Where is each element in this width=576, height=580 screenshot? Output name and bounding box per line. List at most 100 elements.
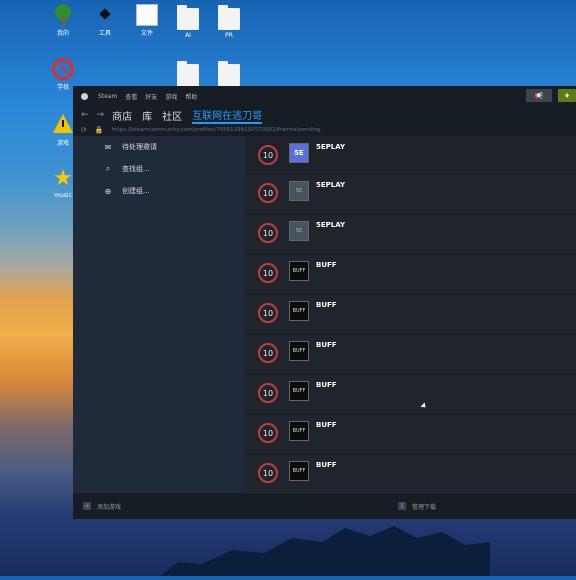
desktop-icon-ai[interactable]: AI [168,5,208,39]
url-bar: ⟳ 🔒 https://steamcommunity.com/profiles/… [73,124,576,136]
group-name: 5EPLAY [316,221,346,229]
desktop-icon-my[interactable]: 我的 [43,4,83,37]
level-badge: 10 [258,223,278,243]
desktop-icon-pr[interactable]: PR [209,5,249,39]
back-arrow-icon[interactable]: ← [81,110,89,120]
plus-icon: + [83,502,91,510]
list-item[interactable]: 10 BUFF BUFF [245,454,576,493]
url-text[interactable]: https://steamcommunity.com/profiles/7656… [112,127,321,133]
nav-store[interactable]: 商店 [112,108,132,123]
menu-games[interactable]: 游戏 [165,92,177,101]
group-name: BUFF [316,421,337,429]
notification-button[interactable]: ♦ [558,89,576,102]
level-badge: 10 [258,463,278,483]
desktop-label: 我的 [56,30,69,37]
star-icon: ★ [53,166,73,191]
bottom-bar: + 添加游戏 ⇩ 管理下载 [73,493,576,519]
refresh-icon[interactable]: ⟳ [81,126,87,134]
list-item[interactable]: 10 5E 5EPLAY [245,136,576,173]
manage-downloads-label: 管理下载 [411,503,436,511]
nav-library[interactable]: 库 [142,108,152,123]
level-badge: 10 [258,423,278,443]
steam-logo-icon [81,92,88,100]
menu-steam[interactable]: Steam [98,93,117,100]
level-badge: 10 [258,383,278,403]
lock-icon: 🔒 [94,126,104,134]
megaphone-icon: 📢 [534,91,544,100]
top-buttons: 📢 ♦ [526,89,576,102]
folder-icon [218,61,240,86]
group-name: BUFF [316,381,337,389]
avatar: BUFF [289,341,309,361]
manage-downloads-button[interactable]: ⇩ 管理下载 [397,502,436,511]
level-badge: 10 [258,145,278,165]
group-name: BUFF [316,341,337,349]
group-name: BUFF [316,461,337,469]
level-badge: 10 [258,303,278,323]
avatar: BUFF [289,301,309,321]
level-badge: 10 [258,343,278,363]
group-name: BUFF [316,261,337,269]
list-item[interactable]: 10 BUFF BUFF [245,414,576,453]
avatar: 5E [289,181,309,201]
avatar: BUFF [289,421,309,441]
avatar: BUFF [289,461,309,481]
desktop-folder-2[interactable] [209,61,249,88]
list-item[interactable]: 10 BUFF BUFF [245,374,576,413]
bell-icon: ♦ [563,91,571,100]
level-badge: 10 [258,263,278,283]
menu-friends[interactable]: 好友 [145,92,157,101]
folder-icon [218,5,240,30]
menu-bar: Steam 查看 好友 游戏 帮助 📢 ♦ [73,86,576,106]
menu-view[interactable]: 查看 [125,92,137,101]
create-group-label: 创建组... [122,187,150,195]
list-item[interactable]: 10 5E 5EPLAY [245,174,576,213]
folder-icon [177,61,199,86]
invite-list: 10 5E 5EPLAY 10 5E 5EPLAY 10 5E 5EPLAY 1… [245,136,576,493]
avatar: 5E [289,143,309,163]
desktop-icon-tools[interactable]: 工具 [85,4,125,37]
add-game-button[interactable]: + 添加游戏 [83,502,121,511]
no-entry-icon [52,58,74,80]
nav-community[interactable]: 社区 [162,108,182,123]
plus-circle-icon: ⊕ [104,186,112,196]
download-icon: ⇩ [397,502,406,510]
desktop-icon-files[interactable]: 文件 [127,4,167,37]
tree-icon [52,4,74,26]
nav-bar: ← → 商店 库 社区 互联网在逃刀哥 [73,106,576,124]
left-panel: ✉ 待处理邀请 ⌕ 查找组... ⊕ 创建组... [73,136,245,493]
desktop-label: 工具 [98,30,111,37]
group-name: 5EPLAY [316,143,346,151]
desktop-label: PR [225,32,233,39]
announcement-button[interactable]: 📢 [526,89,552,102]
list-item[interactable]: 10 BUFF BUFF [245,254,576,293]
pending-invites-item[interactable]: ✉ 待处理邀请 [73,136,245,158]
find-group-label: 查找组... [122,165,150,173]
nav-profile[interactable]: 互联网在逃刀哥 [192,107,263,124]
tree-silhouette [160,520,490,576]
document-icon [136,4,158,26]
create-group-item[interactable]: ⊕ 创建组... [73,180,245,202]
steam-window: Steam 查看 好友 游戏 帮助 📢 ♦ ← → 商店 库 社区 互联网在逃刀… [73,86,576,519]
list-item[interactable]: 10 BUFF BUFF [245,334,576,373]
group-name: BUFF [316,301,337,309]
menu-help[interactable]: 帮助 [185,92,197,101]
list-item[interactable]: 10 5E 5EPLAY [245,214,576,253]
find-group-item[interactable]: ⌕ 查找组... [73,158,245,180]
add-game-label: 添加游戏 [97,503,122,511]
level-badge: 10 [258,183,278,203]
avatar: 5E [289,221,309,241]
folder-icon [177,5,199,30]
desktop-label: 文件 [140,30,153,37]
pending-invites-label: 待处理邀请 [122,143,157,151]
desktop-label: AI [185,32,191,39]
avatar: BUFF [289,381,309,401]
avatar: BUFF [289,261,309,281]
warning-icon [52,114,74,136]
search-icon: ⌕ [105,164,111,173]
envelope-icon: ✉ [104,142,112,152]
desktop-folder-1[interactable] [168,61,208,88]
list-item[interactable]: 10 BUFF BUFF [245,294,576,333]
forward-arrow-icon[interactable]: → [97,110,105,120]
group-name: 5EPLAY [316,181,346,189]
